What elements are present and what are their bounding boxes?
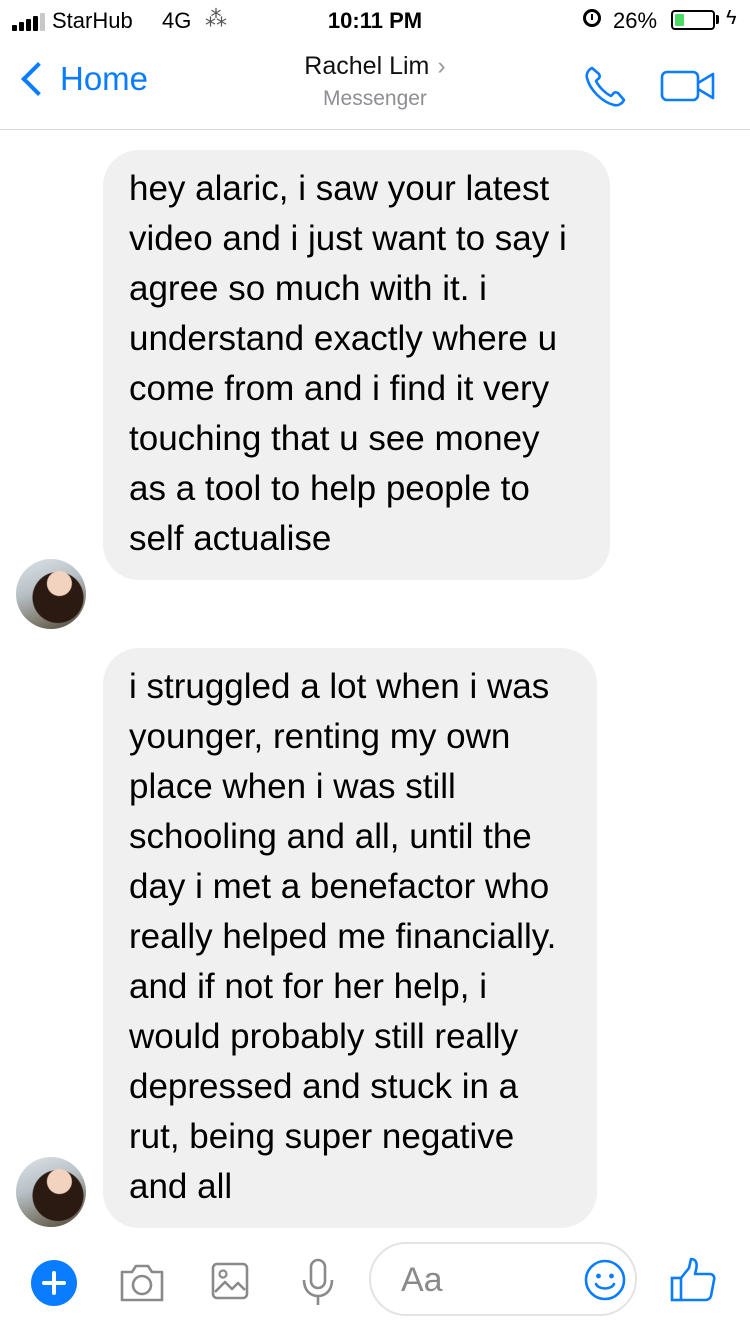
contact-avatar[interactable] [16,1157,86,1227]
status-bar: StarHub 4G ⁂ 10:11 PM 26% ϟ [0,0,750,40]
message-bubble-incoming[interactable]: i struggled a lot when i was younger, re… [103,648,597,1228]
conversation-subtitle: Messenger [323,87,427,110]
message-thread[interactable]: hey alaric, i saw your latest video and … [0,131,750,1231]
phone-icon[interactable] [582,62,630,110]
message-bubble-incoming[interactable]: hey alaric, i saw your latest video and … [103,150,610,580]
gallery-icon[interactable] [211,1262,249,1300]
message-input-placeholder: Aa [401,1261,443,1299]
message-composer: Aa [0,1236,750,1334]
battery-percentage: 26% [613,8,658,33]
camera-icon[interactable] [118,1260,166,1304]
microphone-icon[interactable] [300,1258,336,1308]
emoji-icon[interactable] [583,1258,627,1302]
conversation-header: Home Rachel Lim › Messenger [0,40,750,130]
alarm-icon [583,9,601,27]
thumbs-up-icon[interactable] [669,1256,717,1304]
plus-icon[interactable] [31,1260,77,1306]
contact-avatar[interactable] [16,559,86,629]
battery-cap [716,15,719,24]
charging-bolt-icon: ϟ [726,7,737,29]
chevron-right-icon: › [437,52,446,80]
battery-icon [671,10,715,30]
battery-level-fill [675,14,684,26]
contact-name: Rachel Lim [304,52,430,80]
messenger-conversation-screen: StarHub 4G ⁂ 10:11 PM 26% ϟ Home Rachel … [0,0,750,1334]
message-input[interactable]: Aa [369,1242,637,1316]
contact-name-button[interactable]: Rachel Lim › [0,52,750,81]
video-camera-icon[interactable] [660,70,716,102]
